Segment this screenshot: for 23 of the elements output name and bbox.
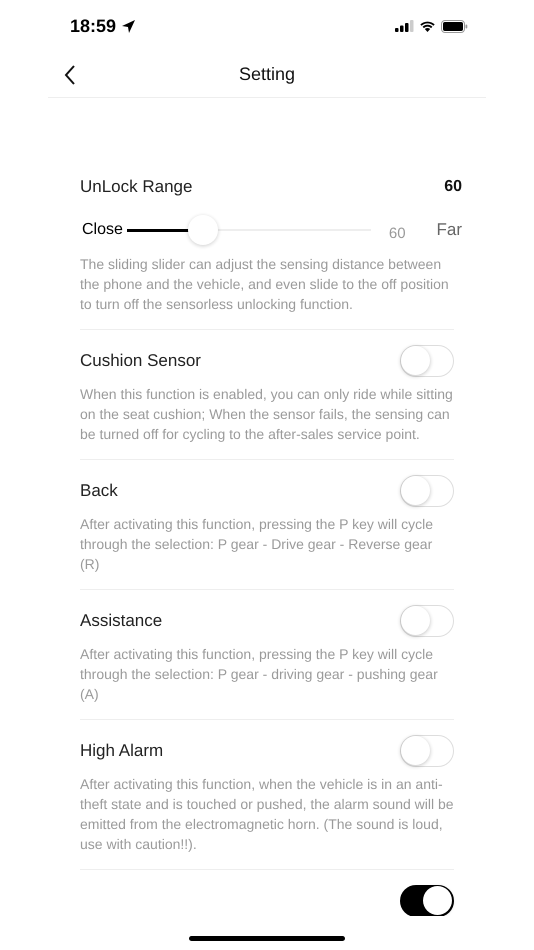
slider-max-label: Far (436, 220, 462, 240)
setting-description: When this function is enabled, you can only ride while sitting on the seat cushion; When the sensor fails, the sensing can be turned off for cycling to the after-sales service point. (80, 385, 454, 444)
setting-description: The sliding slider can adjust the sensing distance between the phone and the vehicle, and even slide to the off position to turn off the sensorless unlocking function. (80, 255, 450, 314)
setting-title: Assistance (80, 611, 162, 631)
signal-icon (395, 20, 414, 32)
status-time: 18:59 (70, 16, 116, 36)
range-value: 60 (444, 178, 462, 196)
slider-thumb[interactable] (188, 215, 218, 245)
setting-description: After activating this function, pressing the P key will cycle through the selection: P gear - driving gear - pushing gear (A) (80, 645, 439, 704)
slider-reading: 60 (388, 224, 406, 242)
location-arrow-icon (121, 18, 136, 34)
setting-description: After activating this function, pressing the P key will cycle through the selection: P gear - Drive gear - Reverse gear (R) (80, 515, 434, 574)
page-title: Setting (238, 64, 296, 85)
setting-description: After activating this function, when the vehicle is in an anti-theft state and is touched or pushed, the alarm sound will be emitted from the electromagnetic horn. (The sound is loud, use with caution!!). (80, 775, 454, 854)
setting-title: Back (80, 481, 118, 501)
setting-title: High Alarm (80, 741, 164, 761)
battery-icon (441, 20, 468, 32)
toggle-switch[interactable] (400, 885, 454, 916)
setting-title: UnLock Range (80, 177, 192, 197)
back-chevron-icon[interactable] (64, 65, 76, 85)
setting-title: Cushion Sensor (80, 351, 201, 371)
wifi-icon (419, 20, 436, 32)
slider-min-label: Close (82, 221, 123, 239)
